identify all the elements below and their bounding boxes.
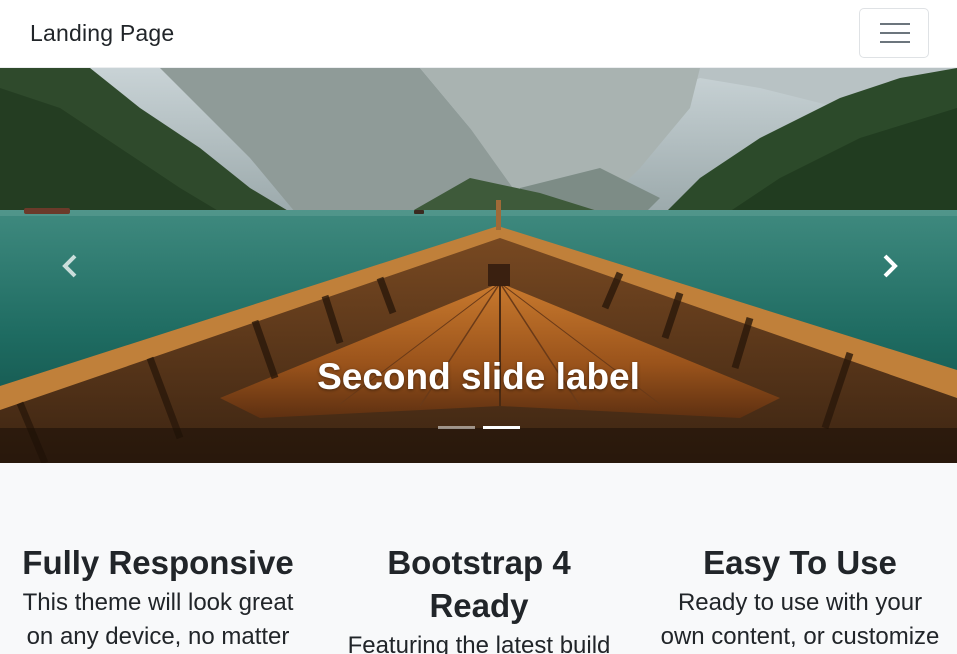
chevron-right-icon xyxy=(883,254,898,278)
hamburger-menu-icon-line xyxy=(880,41,910,43)
hamburger-menu-icon-line xyxy=(880,32,910,34)
features-section: Fully Responsive This theme will look gr… xyxy=(0,463,957,654)
carousel-indicator[interactable] xyxy=(438,426,475,429)
feature-text: Featuring the latest build xyxy=(347,632,611,654)
carousel-slide-image xyxy=(0,68,957,463)
carousel-next-control[interactable] xyxy=(874,251,904,281)
hero-carousel: Second slide label xyxy=(0,68,957,463)
carousel-indicators xyxy=(0,426,957,432)
feature-text: Ready to use with your own content, or c… xyxy=(660,589,940,650)
brand-link[interactable]: Landing Page xyxy=(30,20,174,47)
feature-text: This theme will look great on any device… xyxy=(22,589,294,650)
navbar: Landing Page xyxy=(0,0,957,68)
carousel-caption: Second slide label xyxy=(317,356,640,397)
feature-title: Fully Responsive xyxy=(22,544,294,581)
carousel-indicator-active[interactable] xyxy=(483,426,520,429)
feature-card: Bootstrap 4 Ready Featuring the latest b… xyxy=(321,541,637,654)
carousel-prev-control[interactable] xyxy=(56,251,86,281)
hamburger-menu-icon xyxy=(880,23,910,25)
feature-title: Easy To Use xyxy=(703,544,897,581)
feature-card: Fully Responsive This theme will look gr… xyxy=(0,541,316,654)
chevron-left-icon xyxy=(62,254,77,278)
feature-card: Easy To Use Ready to use with your own c… xyxy=(642,541,957,654)
feature-title: Bootstrap 4 Ready xyxy=(387,544,571,624)
navbar-toggler-button[interactable] xyxy=(859,8,929,58)
